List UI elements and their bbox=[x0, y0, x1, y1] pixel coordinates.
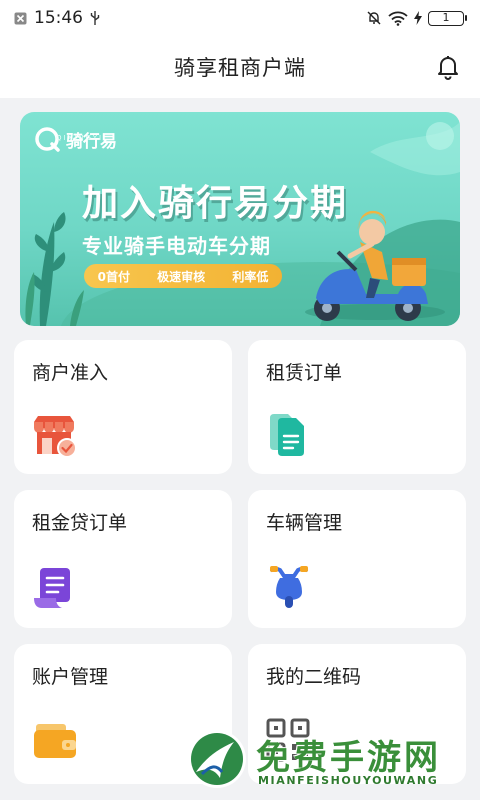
card-label: 车辆管理 bbox=[266, 512, 343, 534]
app-header: 骑享租商户端 bbox=[0, 36, 480, 98]
brand-subtitle: QIXINGYI bbox=[56, 134, 104, 142]
scooter-icon bbox=[270, 566, 308, 608]
card-label: 租赁订单 bbox=[266, 362, 343, 384]
banner-tag: 极速审核 bbox=[157, 269, 206, 284]
battery-level: 1 bbox=[442, 10, 450, 24]
leaf-decoration bbox=[31, 212, 66, 326]
vehicle-management-card[interactable]: 车辆管理 bbox=[248, 490, 466, 628]
document-icon bbox=[270, 414, 304, 456]
rental-orders-card[interactable]: 租赁订单 bbox=[248, 340, 466, 474]
scroll-icon bbox=[34, 568, 70, 608]
usb-icon bbox=[90, 11, 100, 25]
card-label: 我的二维码 bbox=[266, 666, 362, 688]
charging-icon bbox=[414, 11, 422, 25]
bell-icon[interactable] bbox=[436, 54, 460, 80]
banner-tag: 0首付 bbox=[97, 269, 130, 284]
status-right: 1 bbox=[366, 10, 467, 26]
watermark-subtext: MIANFEISHOUYOUWANG bbox=[258, 774, 439, 787]
card-label: 商户准入 bbox=[32, 362, 109, 384]
status-left: 15:46 bbox=[14, 8, 100, 28]
page-title: 骑享租商户端 bbox=[174, 56, 306, 80]
notification-muted-icon bbox=[14, 12, 27, 24]
battery-indicator: 1 bbox=[428, 10, 467, 26]
status-time: 15:46 bbox=[34, 8, 83, 28]
store-icon bbox=[34, 416, 77, 458]
rent-loan-orders-card[interactable]: 租金贷订单 bbox=[14, 490, 232, 628]
promo-banner[interactable]: 骑行易 QIXINGYI 加入骑行易分期 专业骑手电动车分期 0首付 极速审核 … bbox=[20, 112, 460, 326]
banner-headline: 加入骑行易分期 bbox=[82, 183, 349, 224]
card-label: 账户管理 bbox=[32, 666, 109, 688]
status-bar: 15:46 1 bbox=[0, 0, 480, 36]
banner-tags: 0首付 极速审核 利率低 bbox=[84, 264, 282, 288]
watermark-text: 免费手游网 bbox=[256, 738, 441, 778]
merchant-access-card[interactable]: 商户准入 bbox=[14, 340, 232, 474]
wallet-icon bbox=[34, 724, 76, 758]
wifi-icon bbox=[388, 11, 408, 26]
card-label: 租金贷订单 bbox=[32, 512, 128, 534]
watermark-logo-icon bbox=[188, 730, 246, 788]
banner-tag: 利率低 bbox=[232, 269, 269, 284]
banner-subline: 专业骑手电动车分期 bbox=[82, 234, 271, 258]
silent-bell-icon bbox=[367, 11, 381, 25]
